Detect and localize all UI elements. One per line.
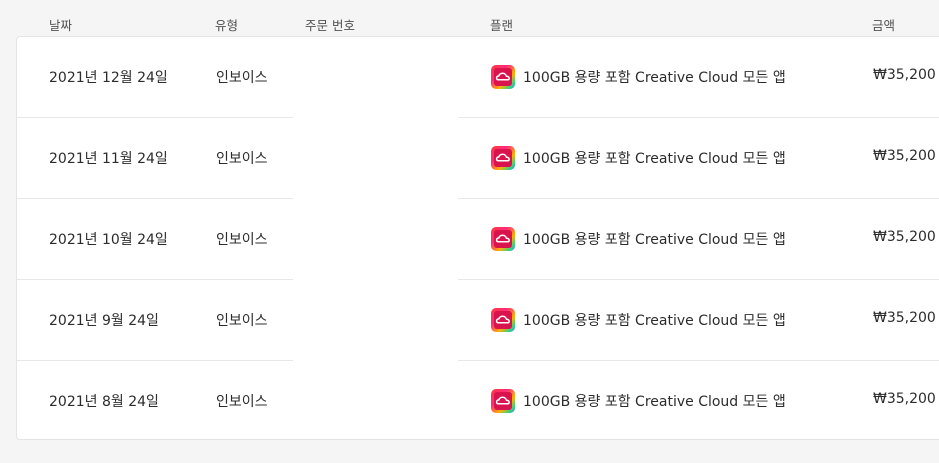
invoice-date: 2021년 8월 24일 bbox=[49, 394, 159, 410]
column-header-date[interactable]: 날짜 bbox=[49, 15, 72, 34]
invoice-date: 2021년 12월 24일 bbox=[49, 70, 168, 86]
invoice-type-link[interactable]: 인보이스 bbox=[216, 391, 268, 411]
invoice-date: 2021년 11월 24일 bbox=[49, 151, 168, 167]
invoice-type-link[interactable]: 인보이스 bbox=[216, 148, 268, 168]
table-row[interactable]: 2021년 12월 24일 인보이스 100GB 용량 포함 Creative … bbox=[17, 37, 939, 118]
invoice-type-link[interactable]: 인보이스 bbox=[216, 229, 268, 249]
plan-name: 100GB 용량 포함 Creative Cloud 모든 앱 bbox=[523, 151, 786, 167]
table-row[interactable]: 2021년 9월 24일 인보이스 100GB 용량 포함 Creative C… bbox=[17, 280, 939, 361]
plan-name: 100GB 용량 포함 Creative Cloud 모든 앱 bbox=[523, 394, 786, 410]
column-header-order[interactable]: 주문 번호 bbox=[305, 15, 355, 34]
plan-cell: 100GB 용량 포함 Creative Cloud 모든 앱 bbox=[491, 308, 786, 332]
invoice-amount: ₩35,200 bbox=[873, 148, 936, 164]
invoice-type-link[interactable]: 인보이스 bbox=[216, 67, 268, 87]
plan-cell: 100GB 용량 포함 Creative Cloud 모든 앱 bbox=[491, 227, 786, 251]
table-row[interactable]: 2021년 8월 24일 인보이스 100GB 용량 포함 Creative C… bbox=[17, 361, 939, 439]
column-header-amount[interactable]: 금액 bbox=[872, 15, 895, 34]
invoice-amount: ₩35,200 bbox=[873, 391, 936, 407]
invoice-date: 2021년 9월 24일 bbox=[49, 313, 159, 329]
column-header-plan[interactable]: 플랜 bbox=[490, 15, 513, 34]
invoice-amount: ₩35,200 bbox=[873, 310, 936, 326]
invoice-date: 2021년 10월 24일 bbox=[49, 232, 168, 248]
invoice-amount: ₩35,200 bbox=[873, 229, 936, 245]
plan-cell: 100GB 용량 포함 Creative Cloud 모든 앱 bbox=[491, 65, 786, 89]
plan-cell: 100GB 용량 포함 Creative Cloud 모든 앱 bbox=[491, 389, 786, 413]
creative-cloud-icon bbox=[491, 308, 515, 332]
table-row[interactable]: 2021년 11월 24일 인보이스 100GB 용량 포함 Creative … bbox=[17, 118, 939, 199]
plan-name: 100GB 용량 포함 Creative Cloud 모든 앱 bbox=[523, 232, 786, 248]
table-row[interactable]: 2021년 10월 24일 인보이스 100GB 용량 포함 Creative … bbox=[17, 199, 939, 280]
invoice-amount: ₩35,200 bbox=[873, 67, 936, 83]
plan-name: 100GB 용량 포함 Creative Cloud 모든 앱 bbox=[523, 313, 786, 329]
billing-history: 날짜 유형 주문 번호 플랜 금액 2021년 12월 24일 인보이스 100… bbox=[0, 0, 939, 463]
creative-cloud-icon bbox=[491, 227, 515, 251]
creative-cloud-icon bbox=[491, 65, 515, 89]
plan-name: 100GB 용량 포함 Creative Cloud 모든 앱 bbox=[523, 70, 786, 86]
creative-cloud-icon bbox=[491, 146, 515, 170]
table-header: 날짜 유형 주문 번호 플랜 금액 bbox=[0, 0, 939, 36]
invoice-type-link[interactable]: 인보이스 bbox=[216, 310, 268, 330]
invoice-table: 2021년 12월 24일 인보이스 100GB 용량 포함 Creative … bbox=[16, 36, 939, 440]
column-header-type[interactable]: 유형 bbox=[215, 15, 238, 34]
creative-cloud-icon bbox=[491, 389, 515, 413]
plan-cell: 100GB 용량 포함 Creative Cloud 모든 앱 bbox=[491, 146, 786, 170]
